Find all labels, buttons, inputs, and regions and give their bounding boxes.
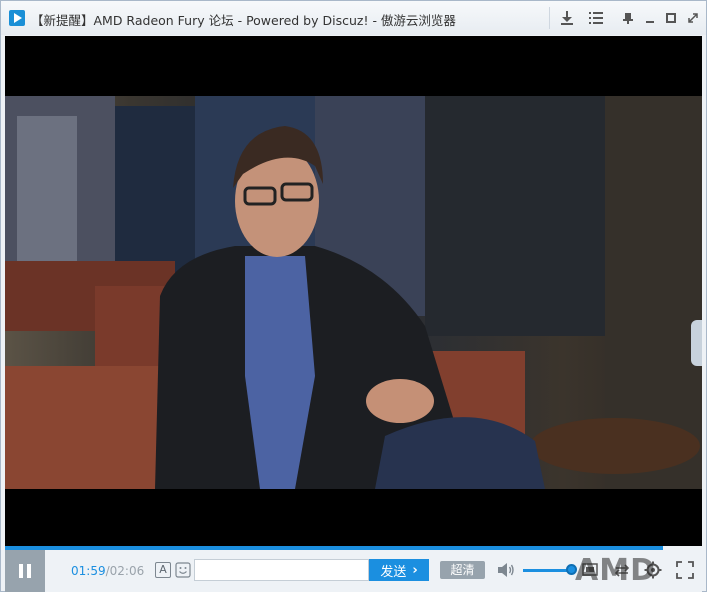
pause-icon bbox=[19, 564, 23, 578]
volume-slider-track[interactable] bbox=[523, 569, 571, 572]
maximize-icon[interactable] bbox=[662, 9, 680, 27]
video-frame[interactable] bbox=[5, 96, 702, 489]
minimize-icon[interactable] bbox=[641, 9, 659, 27]
quality-button[interactable]: 超清 bbox=[440, 561, 485, 579]
time-display: 01:59/02:06 bbox=[71, 564, 144, 578]
chevron-right-icon: › bbox=[412, 562, 418, 578]
volume-icon[interactable] bbox=[497, 562, 515, 578]
control-bar: 01:59/02:06 A 发送 › 超清 AMD bbox=[5, 550, 702, 592]
total-time: 02:06 bbox=[109, 564, 145, 578]
restore-arrows-icon[interactable] bbox=[684, 9, 702, 27]
browser-window: 【新提醒】AMD Radeon Fury 论坛 - Powered by Dis… bbox=[0, 0, 707, 592]
title-divider bbox=[549, 7, 550, 29]
send-label: 发送 bbox=[380, 564, 407, 580]
danmaku-input[interactable] bbox=[194, 559, 369, 581]
video-player[interactable] bbox=[5, 36, 702, 546]
side-panel-toggle[interactable] bbox=[691, 320, 702, 366]
emoji-icon[interactable] bbox=[175, 562, 191, 578]
send-button[interactable]: 发送 › bbox=[369, 559, 429, 581]
title-bar[interactable]: 【新提醒】AMD Radeon Fury 论坛 - Powered by Dis… bbox=[1, 1, 706, 35]
window-title: 【新提醒】AMD Radeon Fury 论坛 - Powered by Dis… bbox=[31, 13, 456, 28]
fullscreen-icon[interactable] bbox=[676, 561, 694, 579]
current-time: 01:59 bbox=[71, 564, 106, 578]
app-logo-icon bbox=[9, 10, 25, 26]
menu-list-icon[interactable] bbox=[587, 9, 605, 27]
danmaku-toggle-button[interactable]: A bbox=[155, 562, 171, 578]
download-icon[interactable] bbox=[558, 9, 576, 27]
amd-watermark: AMD bbox=[575, 553, 656, 588]
pin-icon[interactable] bbox=[619, 9, 637, 27]
pause-button[interactable] bbox=[5, 550, 45, 592]
video-scene-illustration bbox=[5, 96, 702, 489]
